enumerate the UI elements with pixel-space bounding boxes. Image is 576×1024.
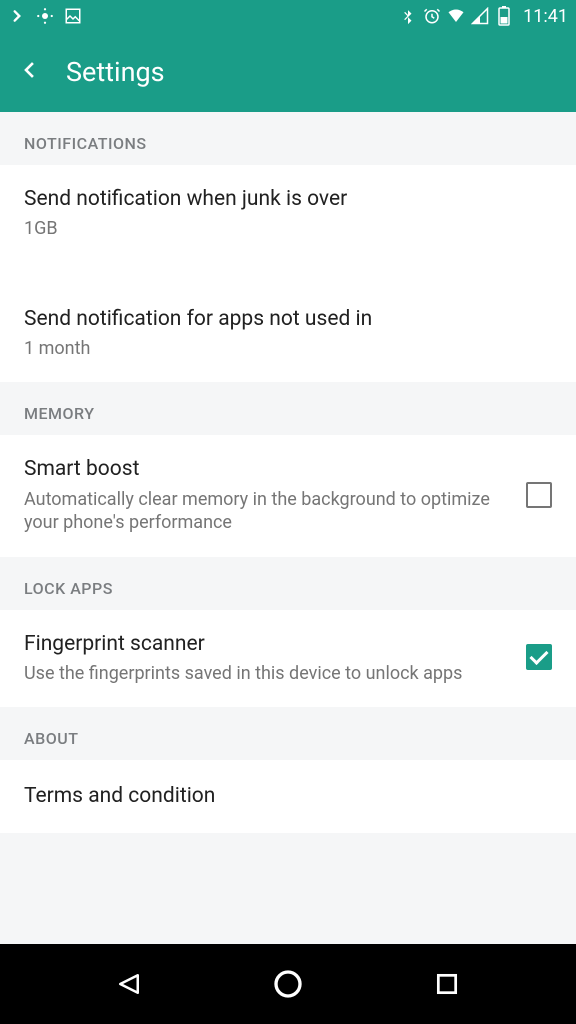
section-notifications: NOTIFICATIONS (0, 112, 576, 165)
back-button[interactable] (20, 56, 38, 88)
unused-apps-value: 1 month (24, 337, 536, 360)
smart-boost-title: Smart boost (24, 455, 510, 483)
nav-recent-button[interactable] (407, 944, 487, 1024)
unused-apps-notification-item[interactable]: Send notification for apps not used in 1… (0, 285, 576, 383)
junk-notification-title: Send notification when junk is over (24, 185, 536, 213)
page-title: Settings (66, 56, 165, 88)
navigation-bar (0, 944, 576, 1024)
status-time: 11:41 (523, 6, 568, 27)
settings-list: NOTIFICATIONS Send notification when jun… (0, 112, 576, 944)
wifi-icon (447, 7, 465, 25)
unused-apps-title: Send notification for apps not used in (24, 305, 536, 333)
bluetooth-icon (399, 7, 417, 25)
nav-home-button[interactable] (248, 944, 328, 1024)
fingerprint-desc: Use the fingerprints saved in this devic… (24, 662, 510, 685)
smart-boost-checkbox[interactable] (526, 482, 552, 508)
section-lock-apps: LOCK APPS (0, 557, 576, 610)
junk-notification-item[interactable]: Send notification when junk is over 1GB (0, 165, 576, 263)
fingerprint-item[interactable]: Fingerprint scanner Use the fingerprints… (0, 610, 576, 708)
status-bar: 11:41 (0, 0, 576, 32)
smart-boost-item[interactable]: Smart boost Automatically clear memory i… (0, 435, 576, 556)
battery-icon (495, 7, 513, 25)
alarm-icon (423, 7, 441, 25)
section-memory: MEMORY (0, 382, 576, 435)
image-icon (64, 7, 82, 25)
status-left (8, 7, 82, 25)
status-right: 11:41 (399, 6, 568, 27)
section-about: ABOUT (0, 707, 576, 760)
chevron-right-icon (8, 7, 26, 25)
terms-title: Terms and condition (24, 782, 552, 810)
nav-back-button[interactable] (89, 944, 169, 1024)
smart-boost-desc: Automatically clear memory in the backgr… (24, 488, 510, 535)
app-bar: Settings (0, 32, 576, 112)
terms-item[interactable]: Terms and condition (0, 760, 576, 832)
fingerprint-title: Fingerprint scanner (24, 630, 510, 658)
target-icon (36, 7, 54, 25)
signal-icon (471, 7, 489, 25)
junk-notification-value: 1GB (24, 217, 536, 240)
fingerprint-checkbox[interactable] (526, 644, 552, 670)
